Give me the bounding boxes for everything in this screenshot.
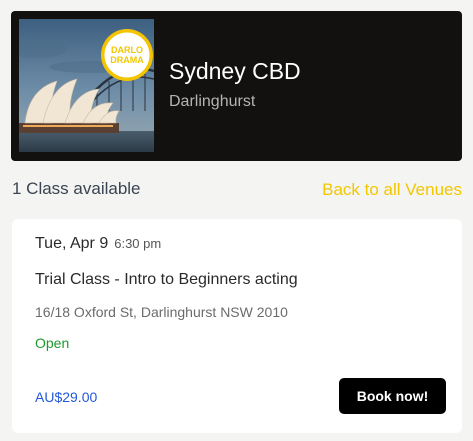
- back-to-venues-link[interactable]: Back to all Venues: [322, 180, 462, 200]
- svg-text:DARLO: DARLO: [111, 45, 143, 55]
- class-address: 16/18 Oxford St, Darlinghurst NSW 2010: [35, 304, 288, 320]
- venue-photo: DARLO DRAMA: [19, 19, 154, 152]
- class-date: Tue, Apr 9: [35, 235, 109, 252]
- class-title: Trial Class - Intro to Beginners acting: [35, 271, 298, 288]
- class-price: AU$29.00: [35, 389, 98, 405]
- class-count-label: 1 Class available: [12, 179, 141, 198]
- summary-row: 1 Class available Back to all Venues: [12, 179, 462, 201]
- class-card: Tue, Apr 9 6:30 pm Trial Class - Intro to…: [12, 219, 462, 433]
- class-time: 6:30 pm: [114, 236, 162, 251]
- svg-text:DRAMA: DRAMA: [110, 55, 144, 65]
- venue-name: Sydney CBD: [169, 58, 301, 84]
- book-now-button[interactable]: Book now!: [339, 378, 446, 414]
- venue-suburb: Darlinghurst: [169, 93, 256, 110]
- class-date-row: Tue, Apr 9 6:30 pm: [35, 235, 161, 253]
- venue-header-card: DARLO DRAMA Sydney CBD Darlinghurst: [11, 11, 462, 161]
- class-status: Open: [35, 335, 70, 351]
